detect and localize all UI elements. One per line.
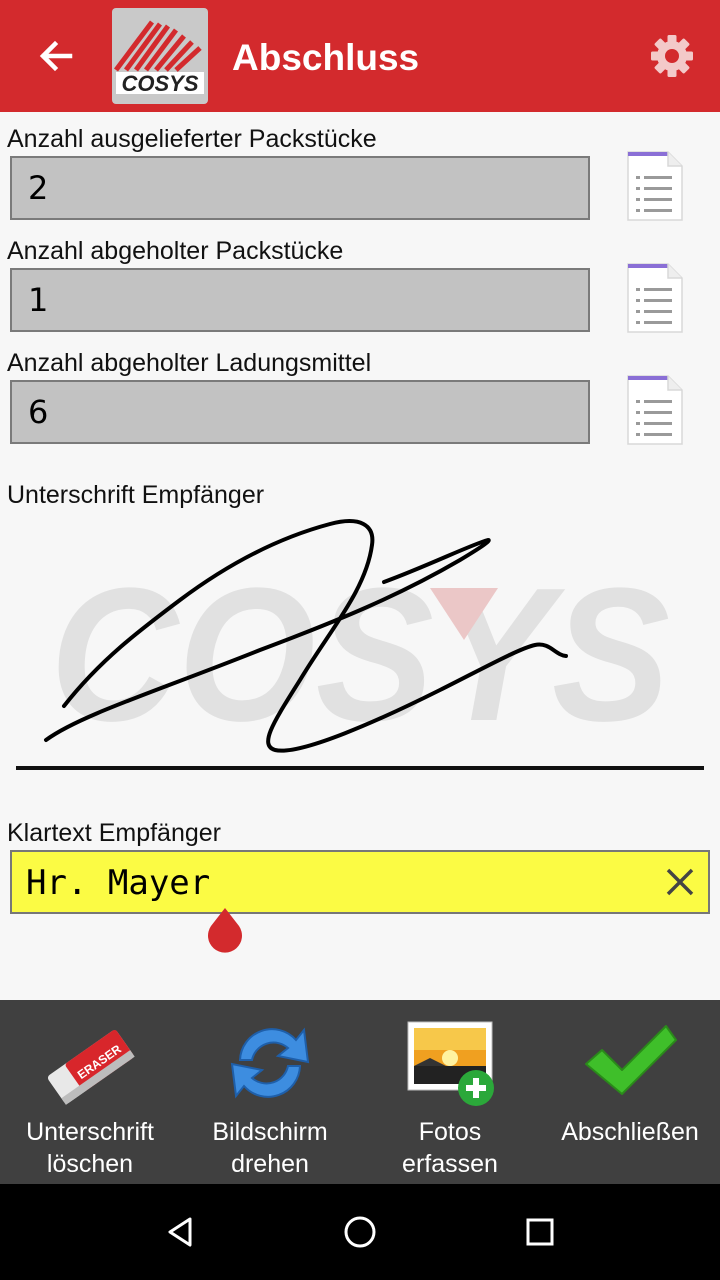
picked-up-packages-label: Anzahl abgeholter Packstücke [7, 237, 344, 265]
klartext-input[interactable]: Hr. Mayer [10, 850, 710, 914]
load-carriers-list-button[interactable] [622, 374, 686, 446]
gear-icon [651, 35, 693, 77]
nav-home-icon [344, 1216, 376, 1248]
text-cursor-handle[interactable] [204, 906, 246, 956]
system-nav-bar [0, 1184, 720, 1280]
nav-back-icon [168, 1217, 192, 1247]
page-title: Abschluss [232, 37, 420, 78]
back-button[interactable] [24, 28, 88, 84]
checkmark-icon [585, 1025, 677, 1095]
eraser-icon: ERASER [47, 1029, 135, 1105]
nav-back-button[interactable] [148, 1200, 212, 1264]
arrow-left-icon [39, 40, 73, 72]
nav-home-button[interactable] [328, 1200, 392, 1264]
signature-label: Unterschrift Empfänger [7, 481, 265, 509]
document-list-icon [627, 375, 683, 445]
capture-photos-label: Fotos erfassen [402, 1118, 498, 1178]
signature-pad[interactable]: COSYS [0, 515, 720, 777]
finish-label: Abschließen [561, 1118, 699, 1146]
close-icon [666, 868, 694, 896]
svg-text:COSYS: COSYS [121, 71, 198, 96]
app-logo: COSYS [112, 8, 208, 104]
app-bar: COSYS Abschluss [0, 0, 720, 112]
delivered-packages-input[interactable]: 2 [10, 156, 590, 220]
document-list-icon [627, 151, 683, 221]
rotate-screen-label: Bildschirm drehen [212, 1118, 328, 1178]
load-carriers-label: Anzahl abgeholter Ladungsmittel [7, 349, 372, 377]
signature-baseline [16, 766, 704, 770]
finish-button[interactable]: Abschließen [540, 1000, 720, 1184]
rotate-icon [230, 1027, 310, 1099]
load-carriers-input[interactable]: 6 [10, 380, 590, 444]
clear-signature-label: Unterschrift löschen [26, 1118, 154, 1178]
picked-up-packages-list-button[interactable] [622, 262, 686, 334]
settings-button[interactable] [644, 28, 700, 84]
klartext-value: Hr. Mayer [26, 863, 211, 903]
bottom-toolbar: ERASER Unterschrift löschen Bildschirm d… [0, 1000, 720, 1184]
nav-recents-icon [526, 1218, 554, 1246]
klartext-label: Klartext Empfänger [7, 819, 221, 847]
add-photo-icon [407, 1021, 494, 1106]
rotate-screen-button[interactable]: Bildschirm drehen [180, 1000, 360, 1184]
clear-signature-button[interactable]: ERASER Unterschrift löschen [0, 1000, 180, 1184]
delivered-packages-label: Anzahl ausgelieferter Packstücke [7, 125, 377, 153]
clear-text-button[interactable] [660, 862, 700, 902]
document-list-icon [627, 263, 683, 333]
capture-photos-button[interactable]: Fotos erfassen [360, 1000, 540, 1184]
nav-recents-button[interactable] [508, 1200, 572, 1264]
picked-up-packages-input[interactable]: 1 [10, 268, 590, 332]
delivered-packages-list-button[interactable] [622, 150, 686, 222]
